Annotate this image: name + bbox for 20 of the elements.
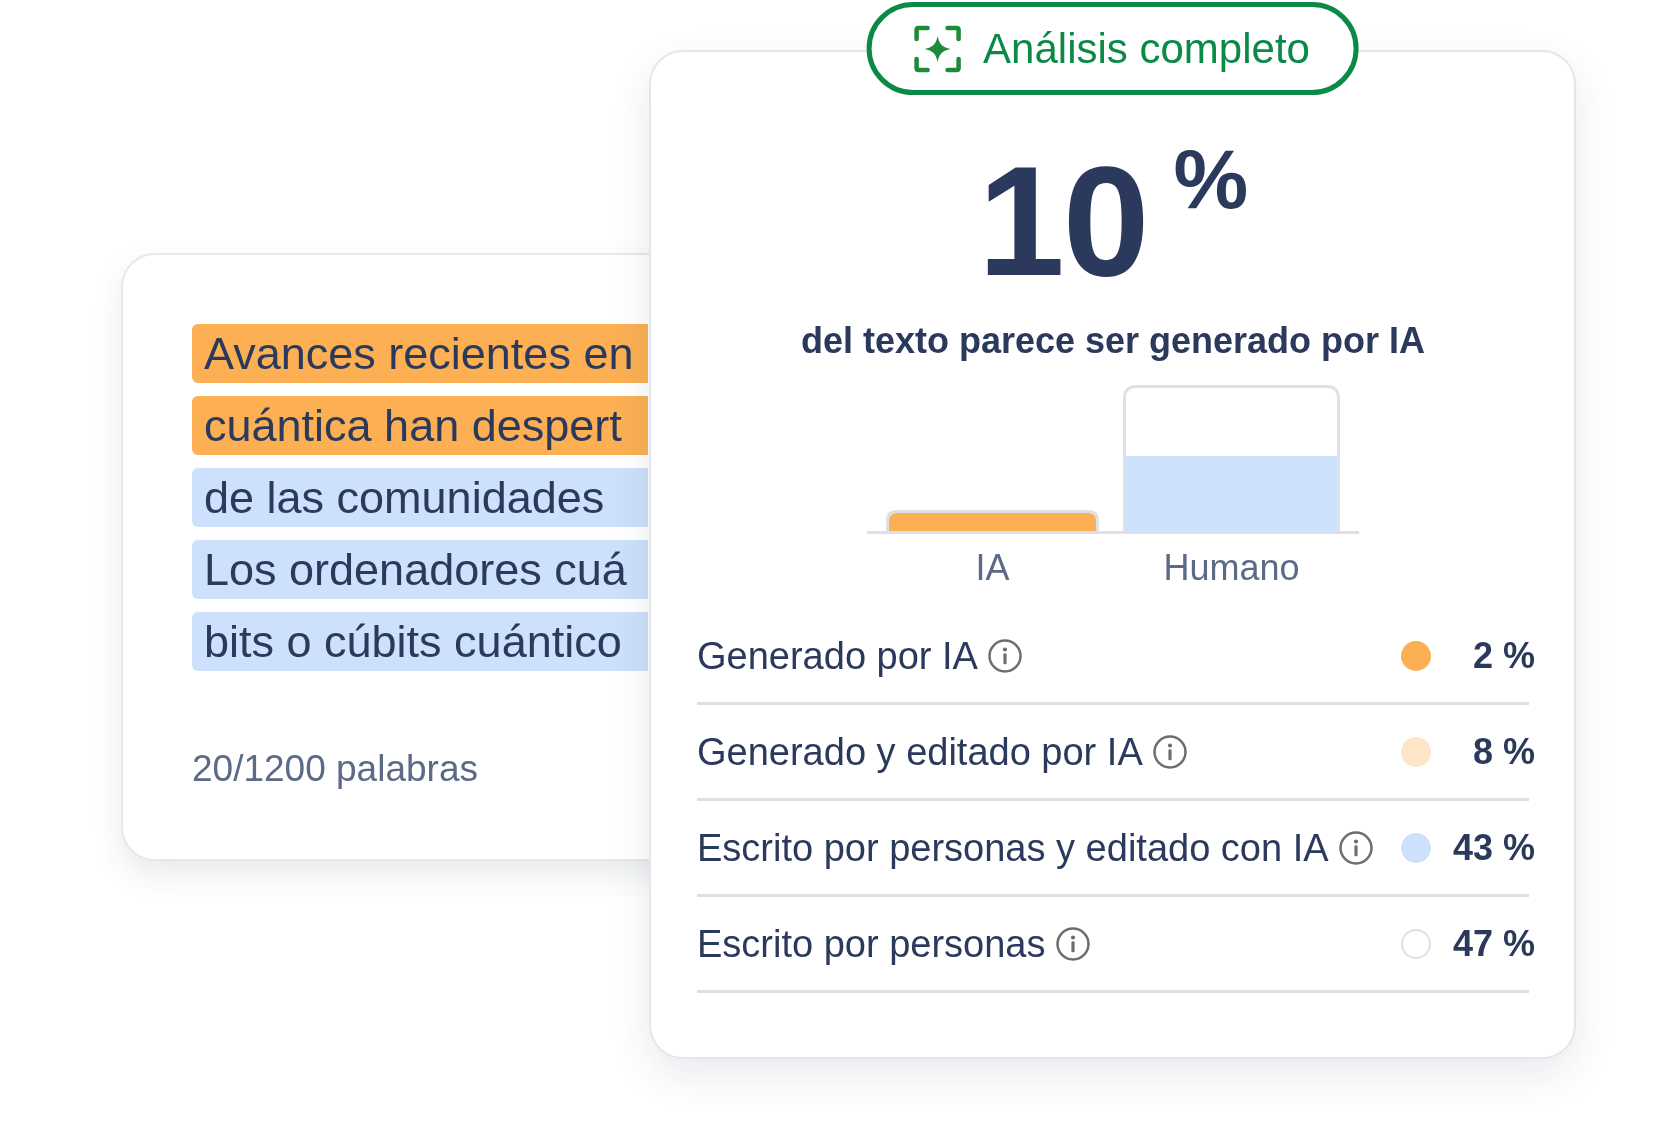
percent-sign: % — [1173, 137, 1249, 221]
word-count: 20/1200 palabras — [192, 747, 478, 791]
score-caption: del texto parece ser generado por IA — [800, 319, 1426, 363]
percentage-value: 8 % — [1472, 729, 1535, 774]
percentage-value: 47 % — [1452, 921, 1535, 966]
info-icon[interactable] — [1152, 734, 1187, 769]
chart-axis-label: Humano — [1163, 547, 1300, 589]
score-value: 10 — [977, 143, 1148, 299]
info-icon[interactable] — [1055, 926, 1090, 961]
sparkle-in-frame-icon — [913, 24, 962, 73]
category-label: Escrito por personas — [697, 921, 1046, 967]
info-icon[interactable] — [987, 638, 1022, 673]
percentage-value: 43 % — [1452, 825, 1535, 870]
chart-axis-label: IA — [975, 547, 1010, 589]
category-label: Escrito por personas y editado con IA — [697, 825, 1329, 871]
category-label: Generado y editado por IA — [697, 729, 1143, 775]
category-label: Generado por IA — [697, 633, 978, 679]
badge-label: Análisis completo — [983, 23, 1310, 74]
percentage-value: 2 % — [1472, 633, 1535, 678]
info-icon[interactable] — [1338, 830, 1373, 865]
